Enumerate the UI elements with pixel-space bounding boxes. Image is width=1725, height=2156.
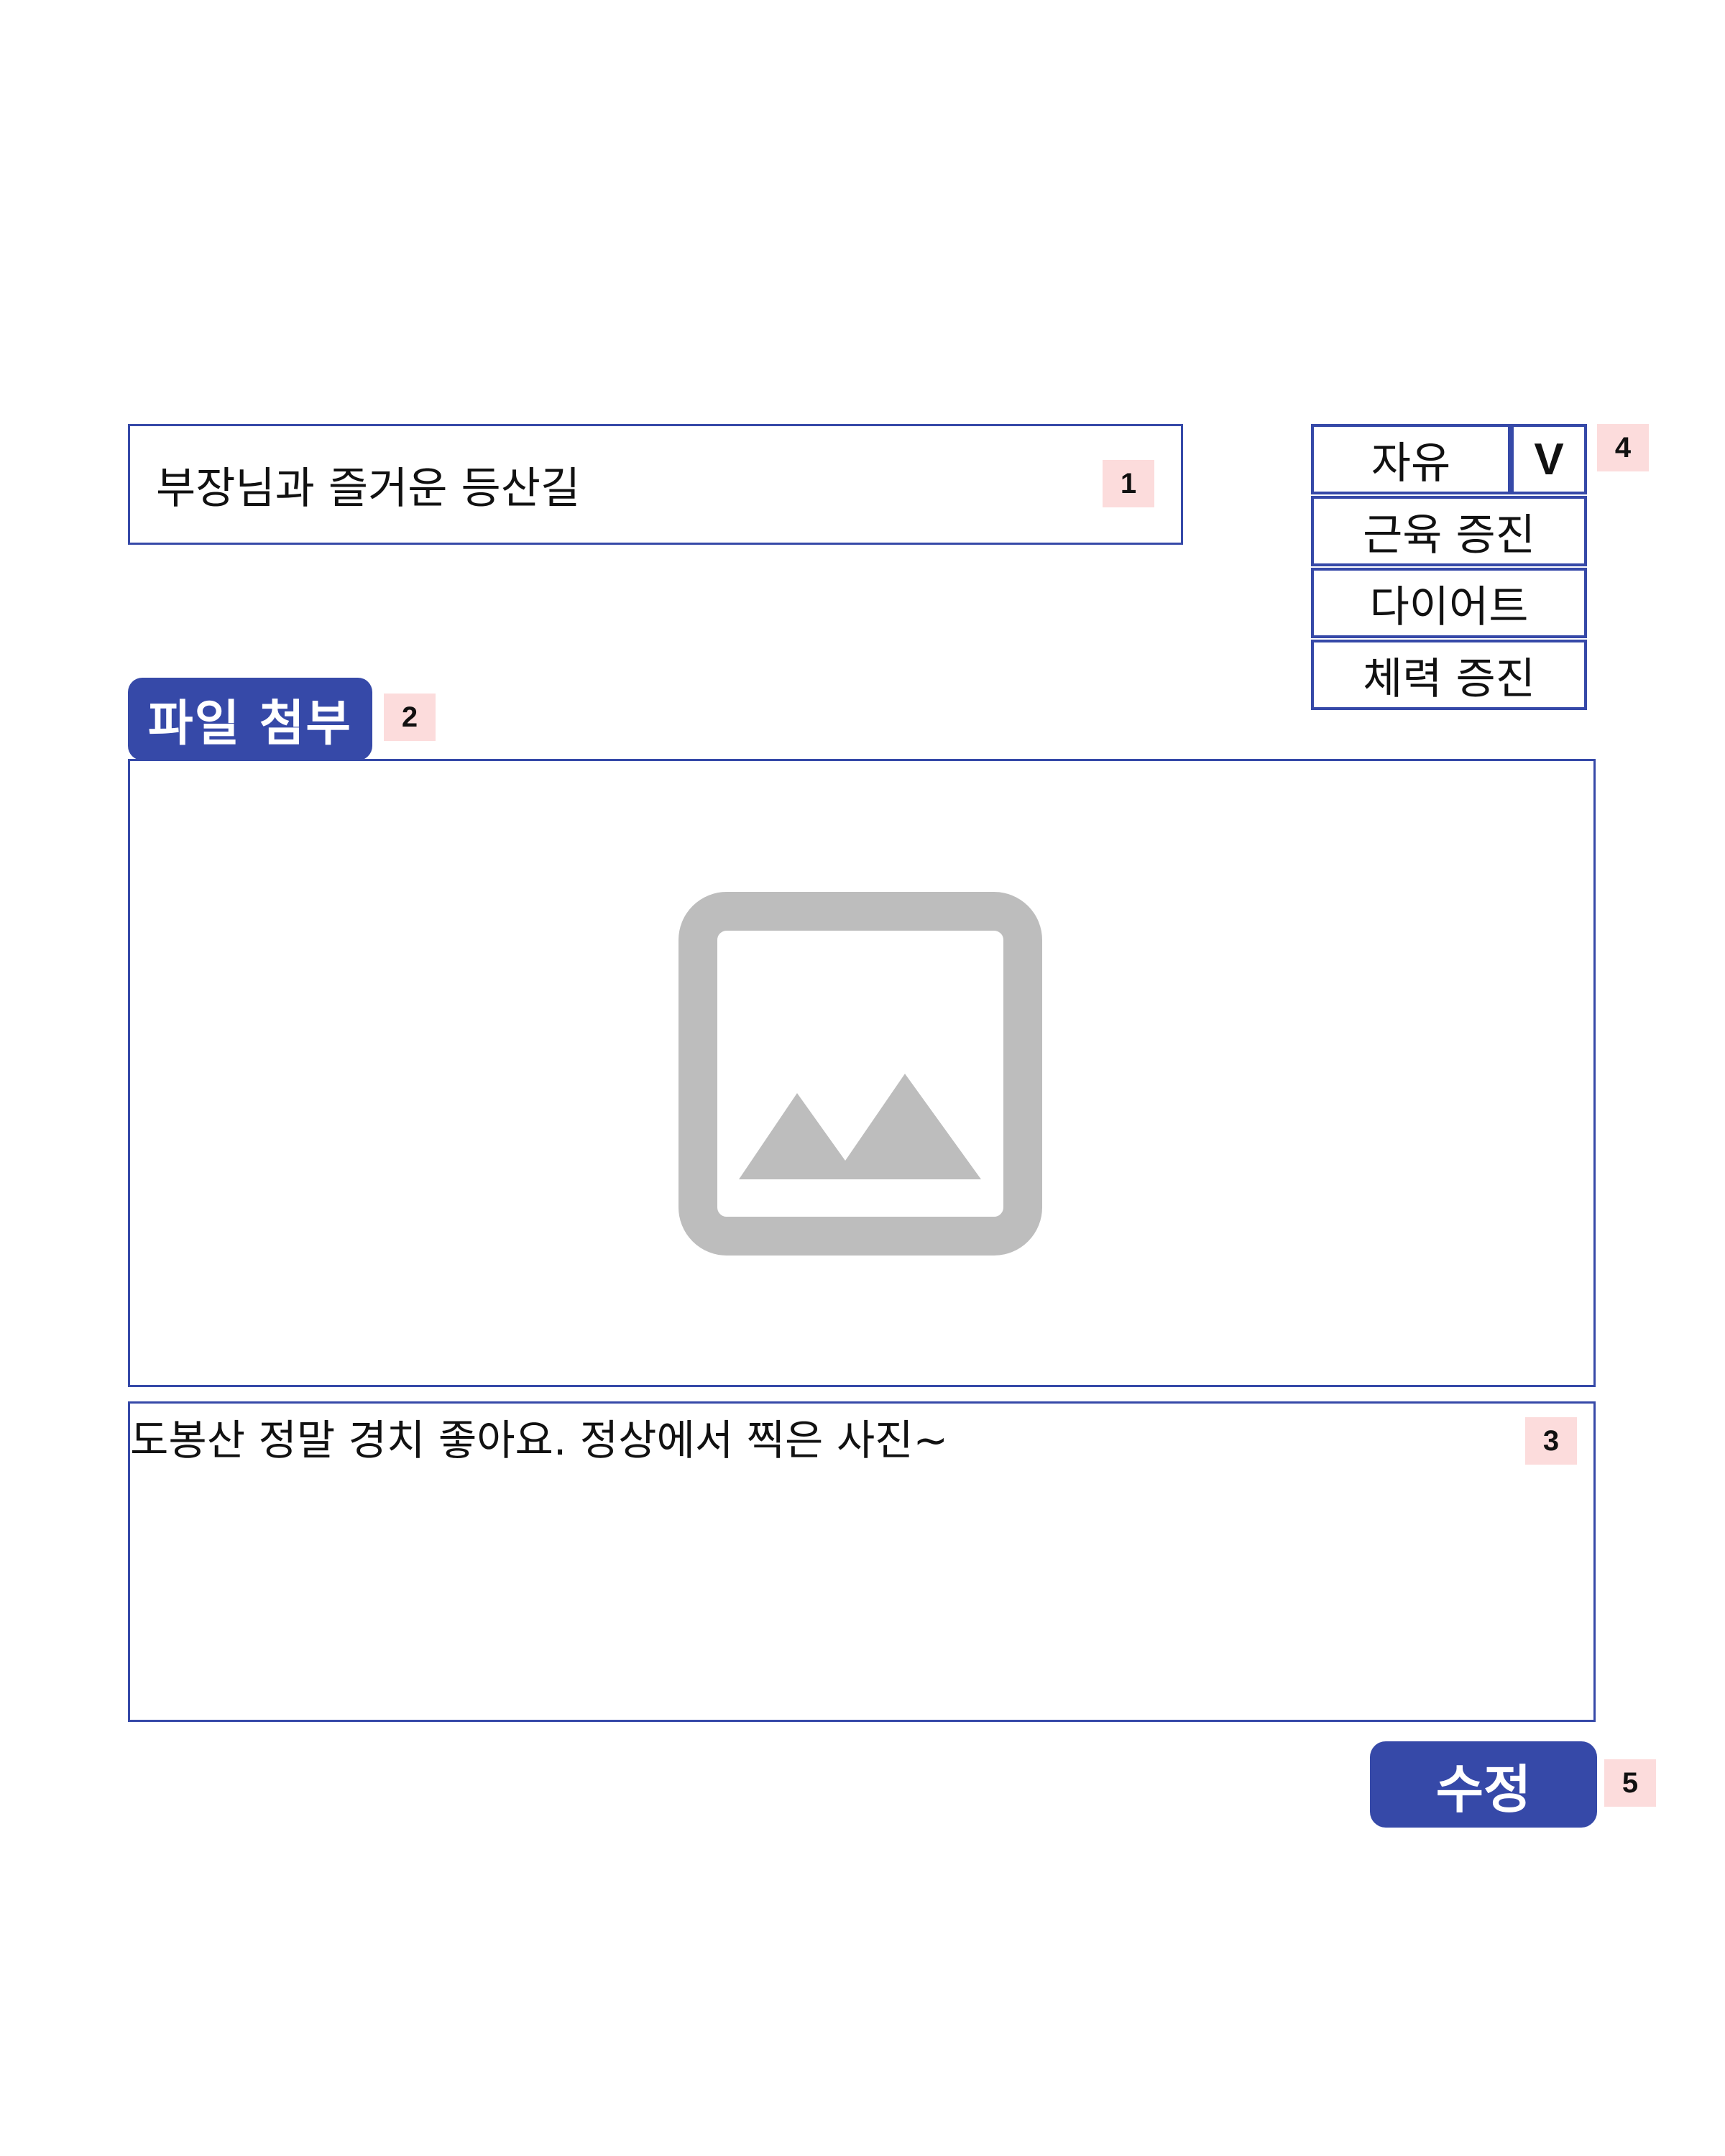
marker-1: 1 xyxy=(1103,460,1154,507)
image-preview-area[interactable] xyxy=(128,759,1596,1387)
category-option-stamina[interactable]: 체력 증진 xyxy=(1311,640,1587,710)
category-option-muscle[interactable]: 근육 증진 xyxy=(1311,496,1587,566)
image-icon xyxy=(678,892,1042,1256)
category-selected[interactable]: 자유 xyxy=(1311,424,1511,494)
title-field[interactable] xyxy=(128,424,1183,545)
edit-submit-button[interactable]: 수정 xyxy=(1370,1741,1597,1828)
content-textarea[interactable]: 도봉산 정말 경치 좋아요. 정상에서 찍은 사진~ xyxy=(130,1414,1496,1715)
content-field[interactable]: 도봉산 정말 경치 좋아요. 정상에서 찍은 사진~ xyxy=(128,1401,1596,1722)
attach-file-button[interactable]: 파일 첨부 xyxy=(128,678,372,760)
marker-3: 3 xyxy=(1525,1417,1577,1465)
marker-2: 2 xyxy=(384,694,436,741)
category-dropdown-toggle[interactable]: V xyxy=(1511,424,1587,494)
category-option-diet[interactable]: 다이어트 xyxy=(1311,568,1587,638)
title-input[interactable] xyxy=(156,426,1090,543)
marker-4: 4 xyxy=(1597,424,1649,471)
marker-5: 5 xyxy=(1604,1759,1656,1807)
